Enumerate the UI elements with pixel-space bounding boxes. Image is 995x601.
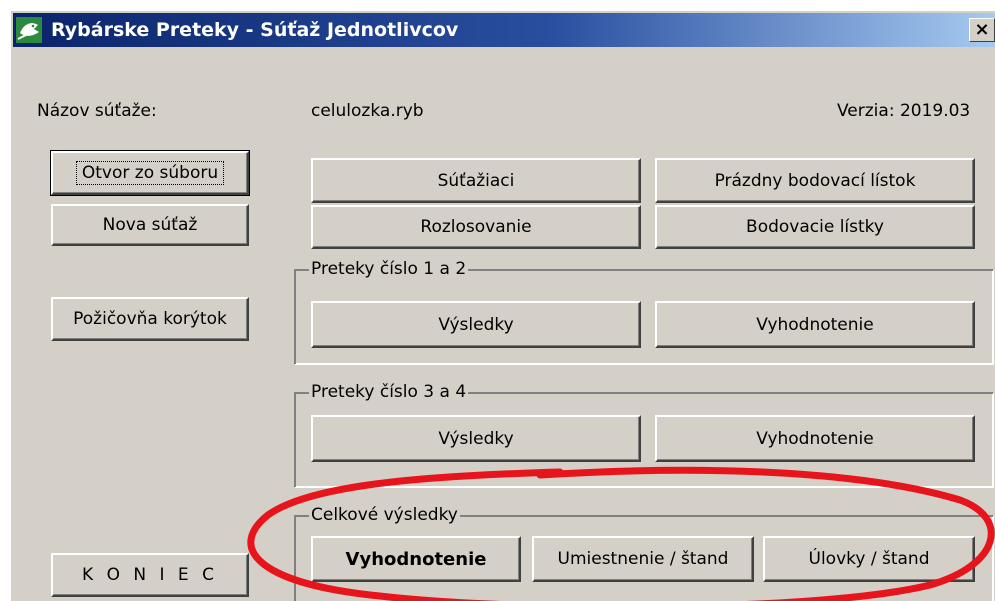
- score-sheets-button[interactable]: Bodovacie lístky: [655, 205, 975, 249]
- exit-button[interactable]: K O N I E C: [51, 553, 249, 597]
- open-from-file-label: Otvor zo súboru: [75, 161, 225, 185]
- races-1-2-results-button[interactable]: Výsledky: [311, 301, 641, 348]
- rental-label: Požičovňa korýtok: [73, 309, 227, 329]
- empty-score-sheet-button[interactable]: Prázdny bodovací lístok: [655, 158, 975, 203]
- title-bar[interactable]: Rybárske Preteky - Súťaž Jednotlivcov ×: [13, 13, 995, 47]
- close-button[interactable]: ×: [969, 18, 995, 42]
- draw-label: Rozlosovanie: [420, 217, 532, 237]
- close-icon: ×: [974, 19, 990, 40]
- competition-name-label: Názov súťaže:: [37, 101, 157, 121]
- open-from-file-button[interactable]: Otvor zo súboru: [50, 150, 250, 196]
- catches-per-stand-button[interactable]: Úlovky / štand: [763, 536, 975, 582]
- total-evaluation-button[interactable]: Vyhodnotenie: [311, 536, 521, 582]
- races-1-2-results-label: Výsledky: [438, 314, 514, 335]
- races-3-4-evaluation-label: Vyhodnotenie: [756, 428, 874, 449]
- new-competition-label: Nova súťaž: [102, 215, 198, 235]
- fish-app-icon: [16, 17, 42, 43]
- rental-button[interactable]: Požičovňa korýtok: [51, 297, 249, 341]
- races-3-4-results-label: Výsledky: [438, 428, 514, 449]
- version-label: Verzia: 2019.03: [837, 101, 971, 121]
- placement-per-stand-label: Umiestnenie / štand: [557, 549, 729, 569]
- file-name: celulozka.ryb: [311, 101, 424, 121]
- window-title: Rybárske Preteky - Súťaž Jednotlivcov: [51, 19, 459, 41]
- draw-button[interactable]: Rozlosovanie: [311, 205, 641, 249]
- competitors-button[interactable]: Súťažiaci: [311, 158, 641, 203]
- competitors-label: Súťažiaci: [437, 170, 515, 191]
- races-1-2-evaluation-label: Vyhodnotenie: [756, 314, 874, 335]
- exit-label: K O N I E C: [82, 565, 218, 585]
- score-sheets-label: Bodovacie lístky: [746, 217, 884, 237]
- races-1-2-evaluation-button[interactable]: Vyhodnotenie: [655, 301, 975, 348]
- group-races-1-2-title: Preteky číslo 1 a 2: [309, 259, 469, 279]
- races-3-4-results-button[interactable]: Výsledky: [311, 415, 641, 462]
- empty-score-sheet-label: Prázdny bodovací lístok: [714, 170, 916, 191]
- total-evaluation-label: Vyhodnotenie: [345, 548, 487, 570]
- group-total-results-title: Celkové výsledky: [309, 505, 460, 525]
- placement-per-stand-button[interactable]: Umiestnenie / štand: [532, 536, 754, 582]
- main-window: Rybárske Preteky - Súťaž Jednotlivcov × …: [10, 10, 995, 601]
- races-3-4-evaluation-button[interactable]: Vyhodnotenie: [655, 415, 975, 462]
- new-competition-button[interactable]: Nova súťaž: [51, 204, 249, 246]
- group-races-3-4-title: Preteky číslo 3 a 4: [309, 382, 469, 402]
- catches-per-stand-label: Úlovky / štand: [808, 549, 930, 569]
